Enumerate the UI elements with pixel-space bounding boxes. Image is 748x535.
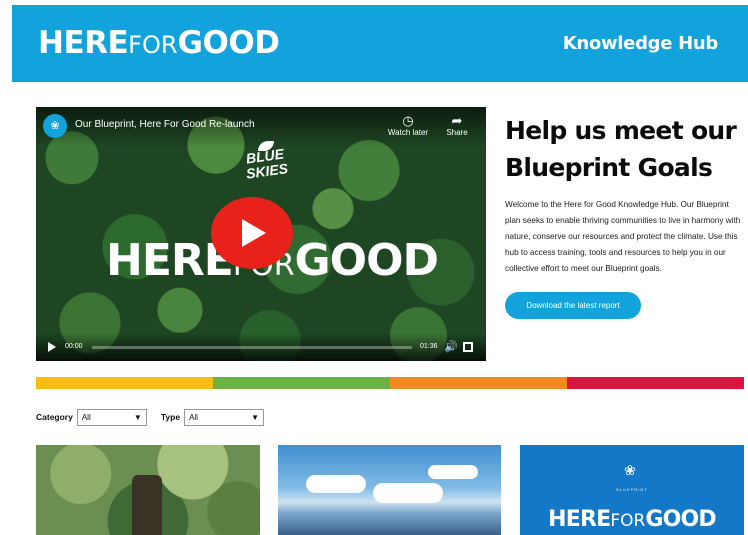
- resource-card-trees[interactable]: [36, 445, 260, 535]
- tree-trunk-image: [132, 475, 162, 535]
- watch-later-button[interactable]: ◷ Watch later: [380, 113, 436, 138]
- site-logo[interactable]: HEREFORGOOD: [38, 25, 280, 63]
- logo-here: HERE: [38, 25, 129, 61]
- card-logo-text: HEREFORGOOD: [520, 507, 744, 532]
- video-title[interactable]: Our Blueprint, Here For Good Re-launch: [75, 119, 255, 130]
- watch-later-label: Watch later: [387, 128, 429, 137]
- video-controls: 00:00 01:36 🔊: [36, 333, 486, 361]
- type-selected-value: All: [189, 412, 198, 422]
- category-select[interactable]: All ▼: [76, 408, 147, 426]
- channel-avatar-icon[interactable]: ❀: [43, 114, 67, 138]
- duration: 01:36: [420, 343, 438, 350]
- current-time: 00:00: [65, 343, 83, 350]
- filter-bar: Category All ▼ Type All ▼: [36, 408, 265, 426]
- youtube-play-button[interactable]: [211, 197, 293, 269]
- type-select[interactable]: All ▼: [184, 408, 265, 426]
- play-icon[interactable]: [48, 342, 56, 352]
- video-player[interactable]: ❀ Our Blueprint, Here For Good Re-launch…: [36, 107, 486, 361]
- page-headline: Help us meet our Blueprint Goals: [505, 116, 737, 182]
- overlay-good: GOOD: [294, 235, 439, 286]
- clock-icon: ◷: [402, 113, 414, 128]
- resource-card-solar[interactable]: [278, 445, 501, 535]
- blueprint-label: BLUEPRINT: [616, 487, 648, 492]
- logo-for: FOR: [128, 31, 178, 59]
- share-button[interactable]: ➦ Share: [429, 113, 485, 138]
- site-header: HEREFORGOOD Knowledge Hub: [12, 5, 748, 82]
- color-strip-segment: [567, 377, 744, 389]
- card-logo-good: GOOD: [645, 507, 716, 532]
- color-strip-segment: [36, 377, 213, 389]
- cloud-image: [373, 483, 443, 503]
- color-strip-segment: [213, 377, 390, 389]
- intro-paragraph: Welcome to the Here for Good Knowledge H…: [505, 200, 741, 273]
- video-progress-bar[interactable]: [92, 346, 412, 349]
- cloud-image: [428, 465, 478, 479]
- download-report-button[interactable]: Download the latest report: [505, 292, 641, 319]
- card-logo-here: HERE: [548, 507, 611, 532]
- logo-good: GOOD: [177, 25, 280, 61]
- volume-icon[interactable]: 🔊: [444, 340, 458, 353]
- blue-skies-icon: ❀: [624, 462, 636, 478]
- share-arrow-icon: ➦: [451, 113, 463, 128]
- category-selected-value: All: [81, 412, 91, 422]
- chevron-down-icon: ▼: [251, 412, 260, 422]
- category-label: Category: [36, 412, 73, 422]
- card-logo-for: FOR: [610, 511, 646, 531]
- resource-card-logo[interactable]: ❀ BLUEPRINT HEREFORGOOD: [520, 445, 744, 535]
- share-label: Share: [446, 128, 468, 137]
- cloud-image: [306, 475, 366, 493]
- type-label: Type: [160, 412, 181, 422]
- color-strip: [36, 377, 744, 389]
- chevron-down-icon: ▼: [133, 412, 142, 422]
- fullscreen-icon[interactable]: [463, 342, 473, 352]
- color-strip-segment: [390, 377, 567, 389]
- knowledge-hub-link[interactable]: Knowledge Hub: [563, 33, 719, 54]
